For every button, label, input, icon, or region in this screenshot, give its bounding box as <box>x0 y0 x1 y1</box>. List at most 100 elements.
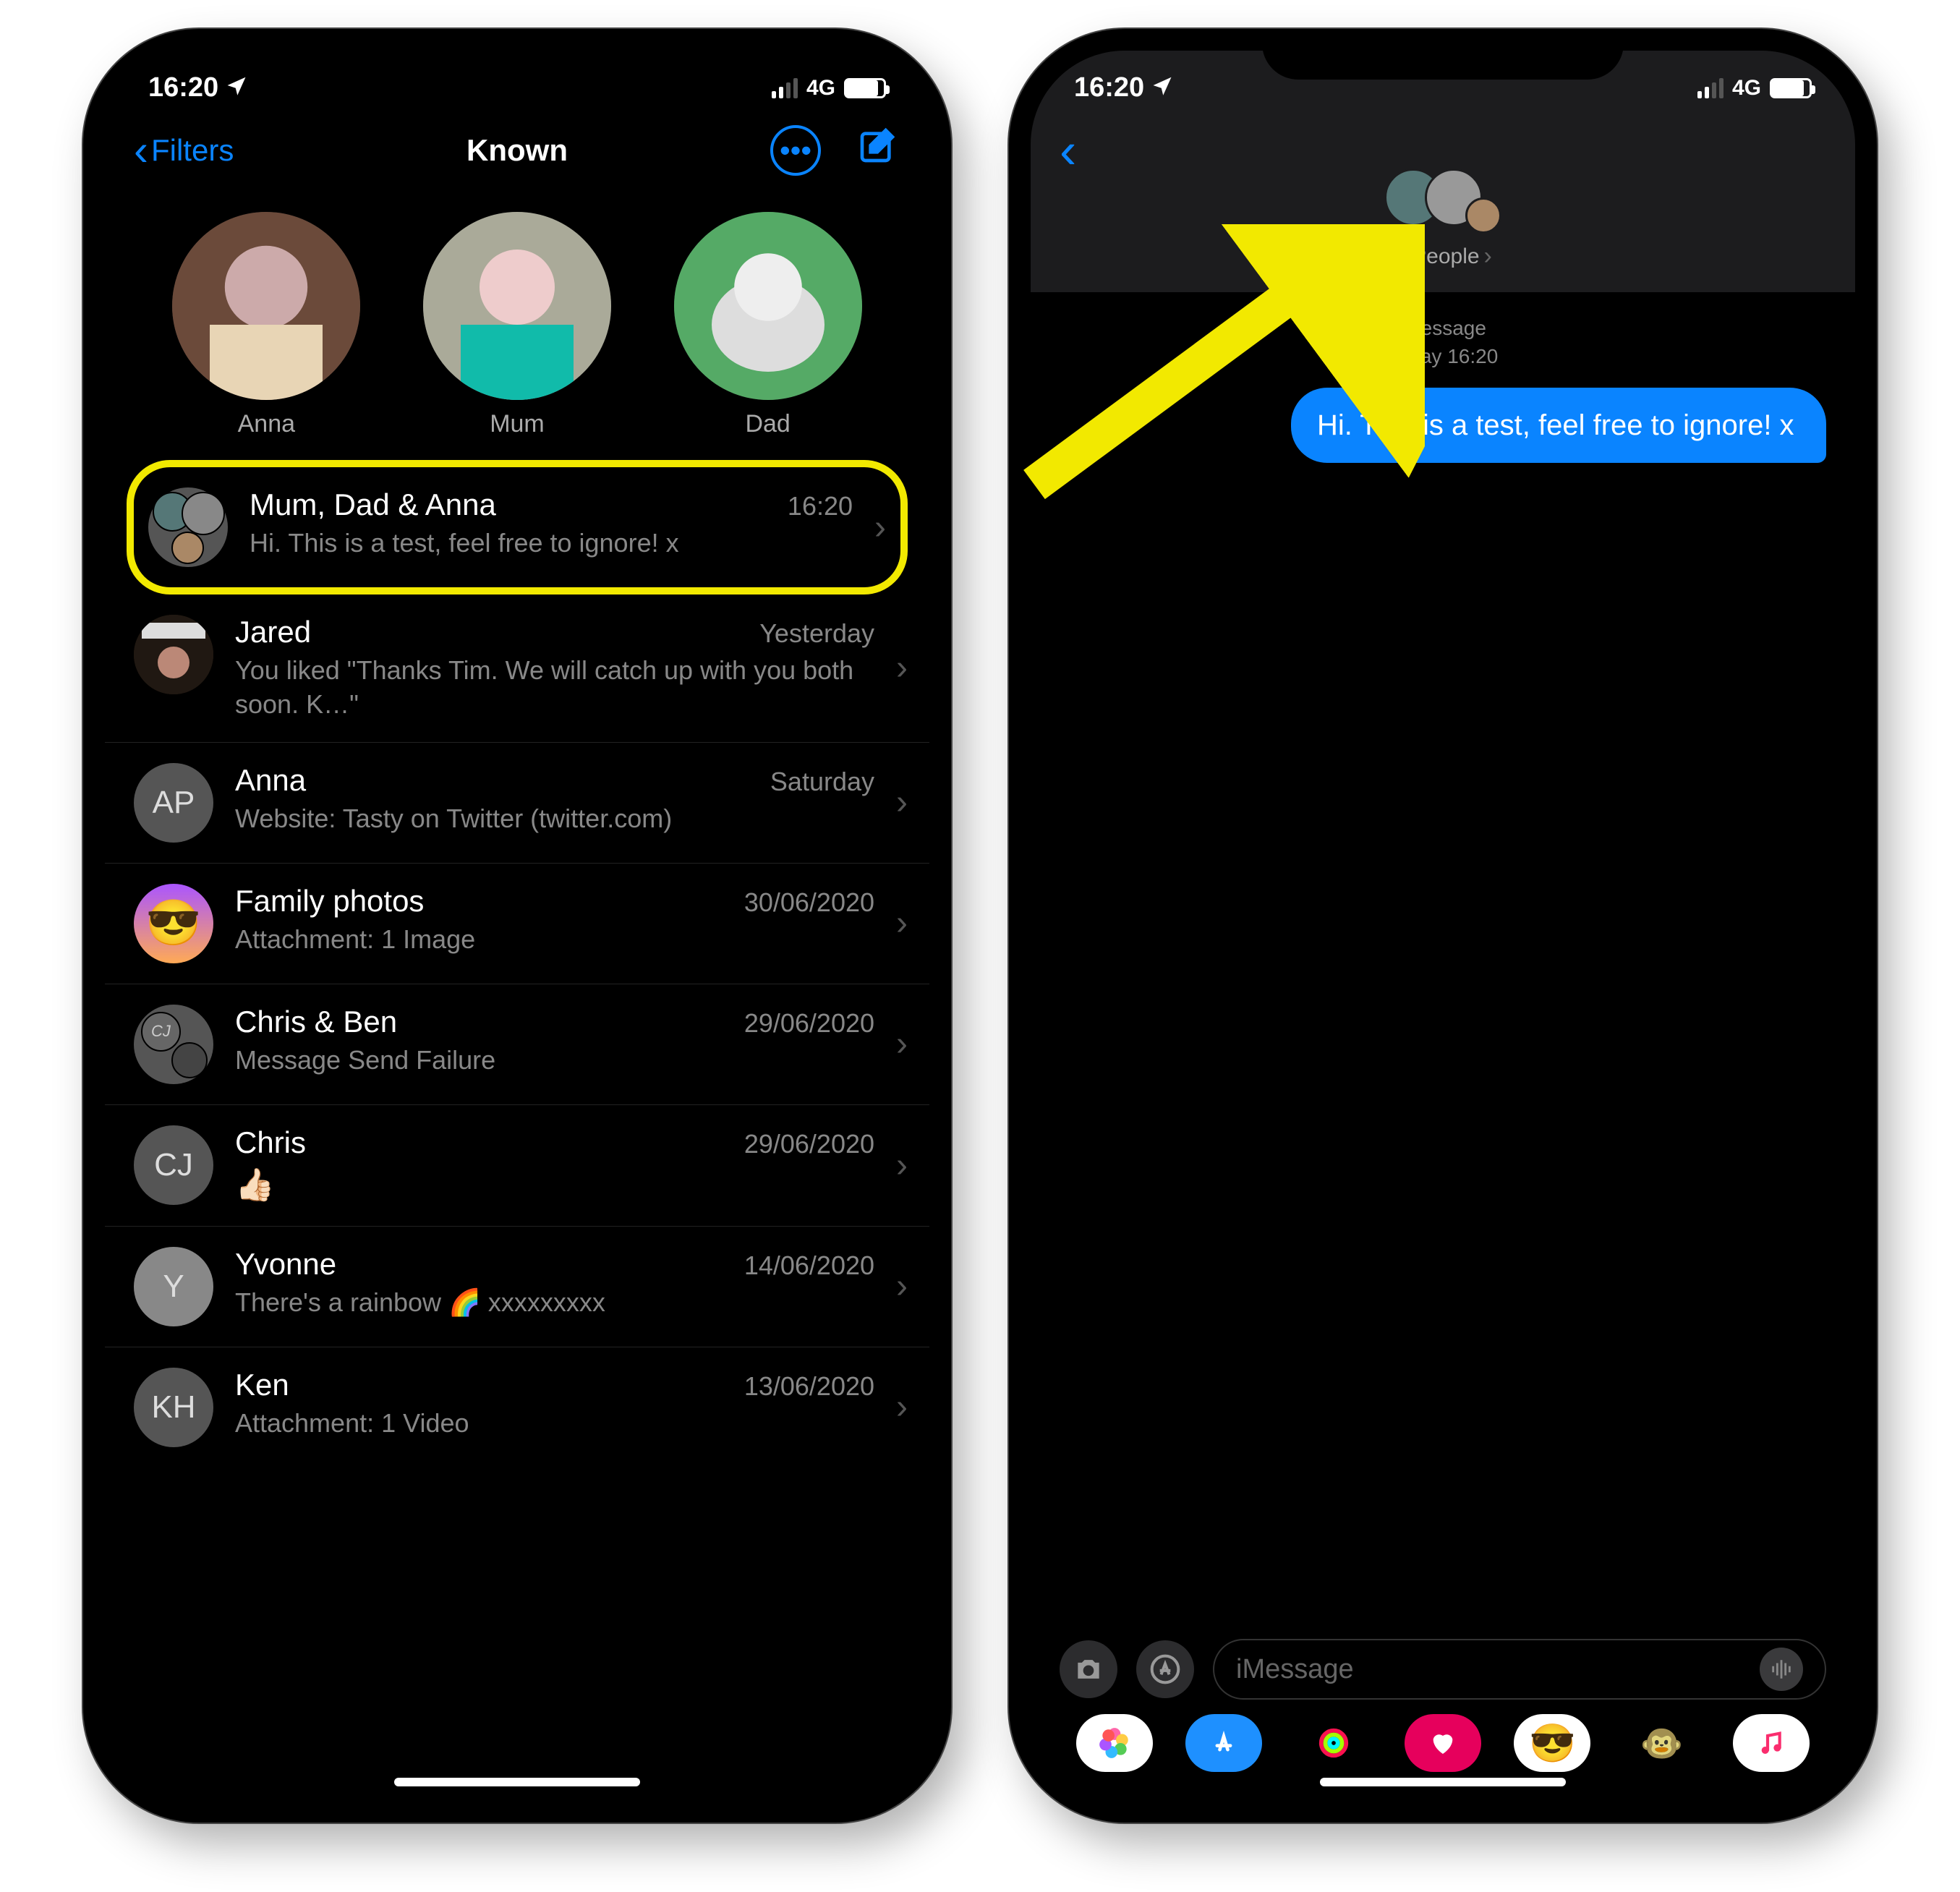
chevron-right-icon: › <box>896 903 908 943</box>
network-label: 4G <box>1732 76 1761 101</box>
battery-icon <box>1770 78 1812 98</box>
conversation-row[interactable]: Y Yvonne 14/06/2020 There's a rainbow 🌈 x… <box>105 1227 929 1347</box>
group-avatar-header[interactable] <box>1031 169 1855 234</box>
conversation-name: Jared <box>235 615 311 649</box>
contact-avatar: Y <box>134 1247 213 1326</box>
conversation-row[interactable]: Mum, Dad & Anna 16:20 Hi. This is a test… <box>134 467 900 587</box>
pinned-contact-mum[interactable]: Mum <box>423 212 611 438</box>
conversation-name: Yvonne <box>235 1247 336 1282</box>
conversation-name: Anna <box>235 763 306 798</box>
highlight-annotation: Mum, Dad & Anna 16:20 Hi. This is a test… <box>127 460 908 595</box>
network-label: 4G <box>806 76 835 101</box>
phone-left: 16:20 4G ‹ Filters Known ••• <box>83 29 951 1823</box>
conversation-row[interactable]: 😎 Family photos30/06/2020 Attachment: 1 … <box>105 864 929 984</box>
group-title-button[interactable]: 3 People › <box>1031 242 1855 270</box>
chevron-left-icon: ‹ <box>134 129 148 172</box>
message-placeholder: iMessage <box>1236 1654 1354 1685</box>
pinned-name: Mum <box>423 410 611 438</box>
conversation-time: 29/06/2020 <box>744 1008 874 1039</box>
sent-message-bubble[interactable]: Hi. This is a test, feel free to ignore!… <box>1291 388 1826 463</box>
location-icon <box>226 72 247 103</box>
signal-icon <box>772 78 798 98</box>
battery-icon <box>844 78 886 98</box>
app-store-app-icon[interactable] <box>1185 1714 1262 1772</box>
conversation-row[interactable]: Jared Yesterday You liked "Thanks Tim. We… <box>105 595 929 743</box>
filters-back-button[interactable]: ‹ Filters <box>134 129 234 172</box>
home-indicator[interactable] <box>1320 1778 1566 1786</box>
signal-icon <box>1697 78 1723 98</box>
conversation-preview: Message Send Failure <box>235 1044 872 1078</box>
conversation-time: 30/06/2020 <box>744 887 874 918</box>
contact-avatar: KH <box>134 1368 213 1447</box>
conversation-time: 29/06/2020 <box>744 1129 874 1159</box>
chevron-right-icon: › <box>896 1266 908 1306</box>
message-input[interactable]: iMessage <box>1213 1639 1826 1700</box>
conversation-row[interactable]: KH Ken 13/06/2020 Attachment: 1 Video › <box>105 1347 929 1467</box>
screen-title: Known <box>466 133 568 168</box>
filters-label: Filters <box>151 133 234 168</box>
message-timestamp: iMessage Today 16:20 <box>1031 314 1855 370</box>
contact-avatar: AP <box>134 763 213 843</box>
pinned-name: Anna <box>172 410 360 438</box>
group-label: 3 People <box>1394 244 1479 269</box>
app-store-icon <box>1149 1653 1181 1685</box>
conversation-preview: Hi. This is a test, feel free to ignore!… <box>250 527 853 561</box>
input-bar: iMessage <box>1031 1639 1855 1700</box>
conversation-time: 14/06/2020 <box>744 1250 874 1281</box>
pinned-name: Dad <box>674 410 862 438</box>
compose-icon <box>857 125 898 166</box>
conversation-name: Ken <box>235 1368 289 1402</box>
conversation-time: 16:20 <box>788 491 853 521</box>
compose-button[interactable] <box>857 125 900 169</box>
contact-avatar: CJ <box>134 1125 213 1205</box>
conversation-name: Chris & Ben <box>235 1005 397 1039</box>
conversation-row[interactable]: AP AnnaSaturday Website: Tasty on Twitte… <box>105 743 929 864</box>
camera-button[interactable] <box>1060 1640 1117 1698</box>
conversation-name: Chris <box>235 1125 306 1160</box>
animoji-app-icon[interactable]: 🐵 <box>1624 1714 1700 1772</box>
waveform-icon <box>1769 1657 1794 1682</box>
status-time: 16:20 <box>148 72 218 103</box>
conversation-preview: There's a rainbow 🌈 xxxxxxxxx <box>235 1286 872 1320</box>
home-indicator[interactable] <box>394 1778 640 1786</box>
conversation-preview: 👍🏻 <box>235 1164 872 1206</box>
status-time: 16:20 <box>1074 72 1144 103</box>
location-icon <box>1151 72 1173 103</box>
chevron-right-icon: › <box>896 1387 908 1427</box>
chevron-right-icon: › <box>874 508 886 547</box>
music-app-icon[interactable] <box>1733 1714 1810 1772</box>
conversation-list[interactable]: Mum, Dad & Anna 16:20 Hi. This is a test… <box>105 460 929 1467</box>
group-avatar: CJ <box>134 1005 213 1084</box>
pinned-contact-anna[interactable]: Anna <box>172 212 360 438</box>
conversation-preview: Attachment: 1 Image <box>235 923 872 957</box>
app-store-button[interactable] <box>1136 1640 1194 1698</box>
contact-avatar: 😎 <box>134 884 213 963</box>
pinned-row: Anna Mum Dad <box>105 183 929 460</box>
contact-avatar <box>134 615 213 694</box>
camera-icon <box>1073 1653 1104 1685</box>
conversation-time: 13/06/2020 <box>744 1371 874 1402</box>
more-button[interactable]: ••• <box>770 125 821 176</box>
chevron-right-icon: › <box>896 783 908 822</box>
group-avatar <box>148 487 228 567</box>
conversation-row[interactable]: CJ Chris 29/06/2020 👍🏻 › <box>105 1105 929 1227</box>
conversation-time: Yesterday <box>759 618 874 649</box>
digital-touch-app-icon[interactable] <box>1405 1714 1481 1772</box>
fitness-app-icon[interactable] <box>1295 1714 1372 1772</box>
conversation-preview: Attachment: 1 Video <box>235 1407 872 1441</box>
app-drawer[interactable]: 😎 🐵 <box>1031 1714 1855 1772</box>
chevron-right-icon: › <box>896 1024 908 1064</box>
navbar: ‹ Filters Known ••• <box>105 103 929 183</box>
conversation-row[interactable]: CJ Chris & Ben 29/06/2020 Message Send Fa… <box>105 984 929 1105</box>
conversation-name: Mum, Dad & Anna <box>250 487 496 522</box>
memoji-app-icon[interactable]: 😎 <box>1514 1714 1590 1772</box>
voice-message-button[interactable] <box>1760 1648 1803 1691</box>
back-button[interactable]: ‹ <box>1060 125 1076 176</box>
ellipsis-icon: ••• <box>780 133 811 168</box>
chevron-right-icon: › <box>896 1146 908 1185</box>
pinned-contact-dad[interactable]: Dad <box>674 212 862 438</box>
chevron-right-icon: › <box>1484 242 1492 270</box>
conversation-preview: You liked "Thanks Tim. We will catch up … <box>235 654 872 722</box>
conversation-preview: Website: Tasty on Twitter (twitter.com) <box>235 802 872 836</box>
photos-app-icon[interactable] <box>1076 1714 1153 1772</box>
